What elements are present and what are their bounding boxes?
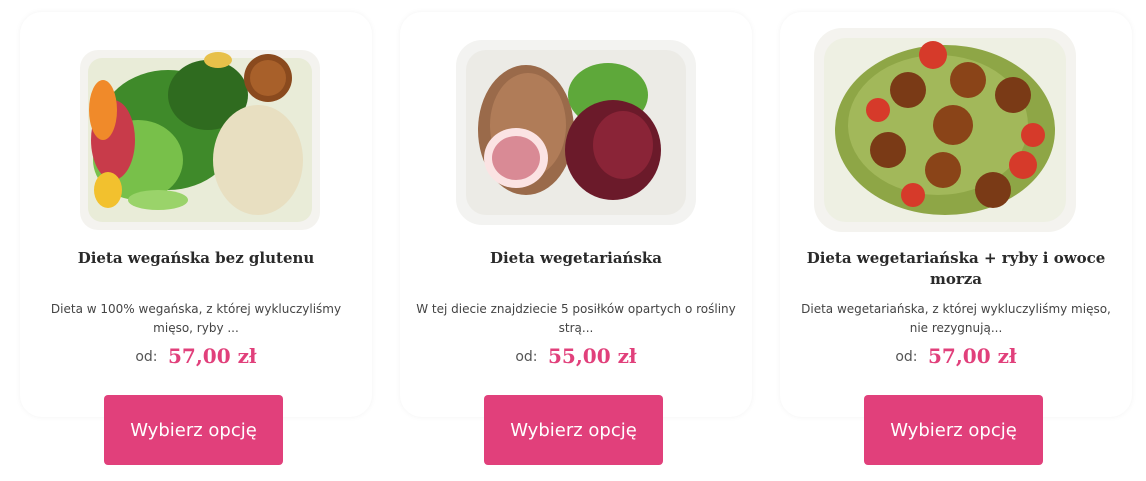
price-amount: 57,00 zł	[927, 344, 1017, 368]
price-amount: 55,00 zł	[547, 344, 637, 368]
product-image-vegetarian-dish[interactable]	[398, 0, 754, 240]
product-title[interactable]: Dieta wegetariańska	[408, 248, 744, 269]
choose-option-button[interactable]: Wybierz opcję	[864, 395, 1043, 465]
product-description: W tej diecie znajdziecie 5 posiłków opar…	[416, 302, 736, 335]
product-image-vegan-salad[interactable]	[18, 0, 374, 240]
product-description: Dieta w 100% wegańska, z której wykluczy…	[50, 302, 342, 335]
product-description: Dieta wegetariańska, z której wykluczyli…	[801, 302, 1111, 335]
price-row: od: 57,00 zł	[18, 344, 374, 368]
price-prefix: od:	[515, 349, 538, 365]
price-row: od: 57,00 zł	[778, 344, 1134, 368]
product-title[interactable]: Dieta wegetariańska + ryby i owoce morza	[788, 248, 1124, 290]
choose-option-button[interactable]: Wybierz opcję	[484, 395, 663, 465]
product-grid: Dieta wegańska bez glutenu Dieta w 100% …	[0, 0, 1146, 481]
product-card-vegetarian-fish-seafood: Dieta wegetariańska + ryby i owoce morza…	[778, 0, 1134, 481]
price-prefix: od:	[895, 349, 918, 365]
choose-option-button[interactable]: Wybierz opcję	[104, 395, 283, 465]
price-amount: 57,00 zł	[167, 344, 257, 368]
price-prefix: od:	[135, 349, 158, 365]
product-image-shrimp-pasta[interactable]	[778, 0, 1134, 240]
price-row: od: 55,00 zł	[398, 344, 754, 368]
product-title[interactable]: Dieta wegańska bez glutenu	[28, 248, 364, 269]
product-card-vegan-gluten-free: Dieta wegańska bez glutenu Dieta w 100% …	[18, 0, 374, 481]
product-card-vegetarian: Dieta wegetariańska W tej diecie znajdzi…	[398, 0, 754, 481]
